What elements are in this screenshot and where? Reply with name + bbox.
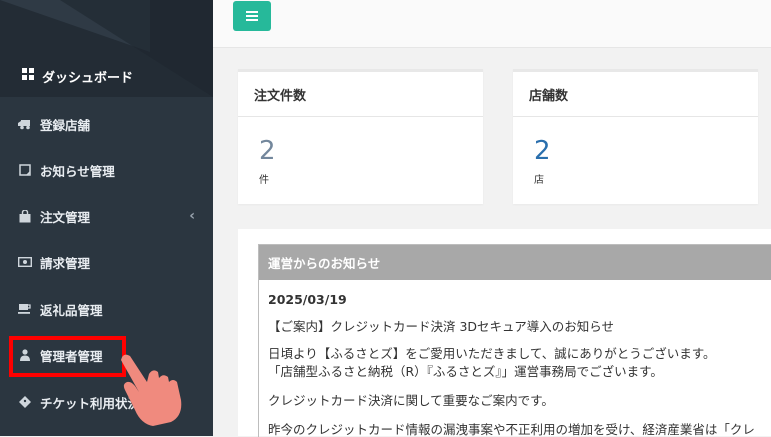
sidebar-item-label: 注文管理: [40, 209, 91, 225]
notice-line: 「店舗型ふるさと納税（R）『ふるさとズ』」運営事務局でございます。: [268, 364, 663, 379]
money-icon: [18, 255, 32, 269]
ticket-icon: [18, 395, 32, 409]
hamburger-icon: [246, 11, 258, 21]
highlight-box: [9, 336, 126, 377]
card-value: 2: [259, 136, 276, 166]
notice-box: 運営からのお知らせ 2025/03/19 【ご案内】クレジットカード決済 3Dセ…: [258, 244, 771, 437]
sidebar-item-billing[interactable]: 請求管理: [0, 242, 213, 282]
sidebar-item-label: お知らせ管理: [40, 163, 115, 179]
notice-paragraph: 日頃より【ふるさとズ】をご愛用いただきまして、誠にありがとうございます。 「店舗…: [268, 345, 771, 381]
sidebar-item-notices[interactable]: お知らせ管理: [0, 150, 213, 190]
sidebar-item-stores[interactable]: 登録店舗: [0, 104, 213, 144]
chevron-left-icon[interactable]: ‹: [189, 208, 195, 224]
top-nav: [213, 0, 771, 48]
stat-card-stores: 店舗数 2 店: [513, 69, 758, 204]
menu-toggle-button[interactable]: [233, 1, 271, 31]
notice-date: 2025/03/19: [268, 292, 347, 307]
card-title: 店舗数: [513, 72, 758, 117]
card-unit: 店: [534, 175, 544, 186]
card-title: 注文件数: [238, 72, 483, 117]
notice-panel: 運営からのお知らせ 2025/03/19 【ご案内】クレジットカード決済 3Dセ…: [238, 229, 771, 437]
truck-icon: [18, 117, 32, 131]
sidebar-item-label: ダッシュボード: [42, 70, 134, 86]
sidebar-item-gifts[interactable]: 返礼品管理: [0, 289, 213, 329]
notice-line: 昨今のクレジットカード情報の漏洩事案や不正利用の増加を受け、経済産業省は「クレ: [268, 422, 755, 437]
shopping-bag-icon: [18, 209, 32, 223]
stat-card-orders: 注文件数 2 件: [238, 69, 483, 204]
sidebar-item-label: 返礼品管理: [40, 302, 103, 318]
coffee-icon: [18, 302, 32, 316]
notice-line: クレジットカード決済に関して重要なご案内です。: [268, 393, 554, 408]
notice-header: 運営からのお知らせ: [259, 245, 771, 280]
notice-line: 日頃より【ふるさとズ】をご愛用いただきまして、誠にありがとうございます。: [268, 346, 716, 361]
sidebar-item-orders[interactable]: 注文管理 ‹: [0, 196, 213, 236]
notice-title: 【ご案内】クレジットカード決済 3Dセキュア導入のお知らせ: [268, 319, 615, 334]
dashboard-icon: [22, 68, 34, 84]
sidebar-item-label: 登録店舗: [40, 117, 91, 133]
pointer-hand-icon: [121, 354, 182, 426]
sidebar-item-dashboard[interactable]: ダッシュボード: [0, 56, 213, 96]
notice-body: 2025/03/19 【ご案内】クレジットカード決済 3Dセキュア導入のお知らせ…: [259, 292, 771, 437]
sidebar-item-label: 請求管理: [40, 255, 91, 271]
card-unit: 件: [259, 175, 269, 186]
note-icon: [18, 163, 32, 177]
card-value: 2: [534, 136, 551, 166]
